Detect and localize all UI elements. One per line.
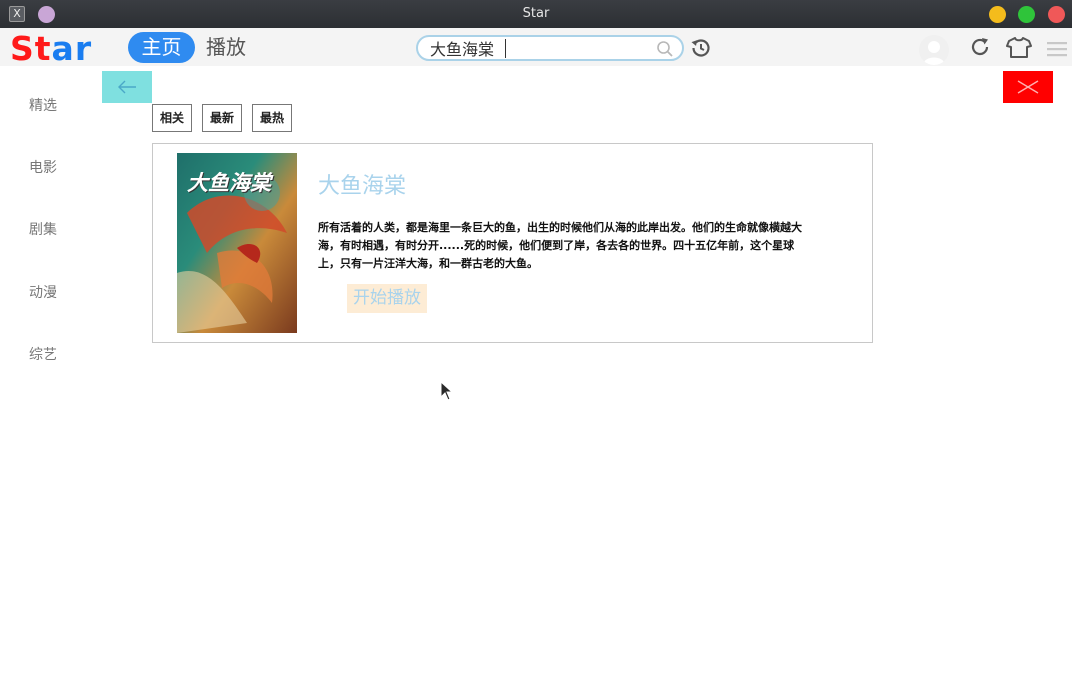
sort-tab-hottest[interactable]: 最热 bbox=[252, 104, 292, 132]
arrow-left-icon bbox=[118, 80, 136, 94]
search-input[interactable] bbox=[430, 38, 655, 58]
refresh-icon[interactable] bbox=[969, 36, 991, 58]
app-header: Star 主页 播放 bbox=[0, 28, 1072, 68]
avatar[interactable] bbox=[919, 35, 949, 65]
maximize-button[interactable] bbox=[1018, 6, 1035, 23]
sort-tab-relevant[interactable]: 相关 bbox=[152, 104, 192, 132]
movie-poster[interactable]: 大鱼海棠 bbox=[177, 153, 297, 333]
sidebar-item-featured[interactable]: 精选 bbox=[0, 95, 86, 115]
sort-tab-latest[interactable]: 最新 bbox=[202, 104, 242, 132]
movie-description: 所有活着的人类，都是海里一条巨大的鱼，出生的时候他们从海的此岸出发。他们的生命就… bbox=[318, 221, 802, 270]
close-icon bbox=[1017, 80, 1039, 94]
mouse-cursor-icon bbox=[440, 381, 454, 401]
window-titlebar: X Star bbox=[0, 0, 1072, 28]
movie-title[interactable]: 大鱼海棠 bbox=[318, 168, 406, 200]
result-card: 大鱼海棠 大鱼海棠 所有活着的人类，都是海里一条巨大的鱼，出生的时候他们从海的此… bbox=[152, 143, 873, 343]
start-play-button[interactable]: 开始播放 bbox=[347, 284, 427, 313]
sidebar-item-movies[interactable]: 电影 bbox=[0, 157, 86, 177]
hamburger-menu-icon[interactable] bbox=[1047, 41, 1067, 57]
sidebar-item-series[interactable]: 剧集 bbox=[0, 219, 86, 239]
window-title: Star bbox=[522, 6, 550, 21]
poster-title-art: 大鱼海棠 bbox=[187, 171, 271, 195]
sidebar-item-variety[interactable]: 综艺 bbox=[0, 344, 86, 364]
nav-home-button[interactable]: 主页 bbox=[128, 32, 195, 63]
nav-play-button[interactable]: 播放 bbox=[206, 32, 246, 63]
window-close-button[interactable] bbox=[1048, 6, 1065, 23]
text-caret bbox=[505, 39, 506, 58]
sidebar-item-anime[interactable]: 动漫 bbox=[0, 282, 86, 302]
search-icon[interactable] bbox=[656, 40, 674, 58]
minimize-button[interactable] bbox=[989, 6, 1006, 23]
search-box bbox=[416, 35, 684, 61]
star-logo: Star bbox=[10, 29, 93, 68]
tshirt-icon[interactable] bbox=[1006, 36, 1032, 58]
back-button[interactable] bbox=[102, 71, 152, 103]
history-icon[interactable] bbox=[689, 36, 713, 60]
close-button[interactable] bbox=[1003, 71, 1053, 103]
